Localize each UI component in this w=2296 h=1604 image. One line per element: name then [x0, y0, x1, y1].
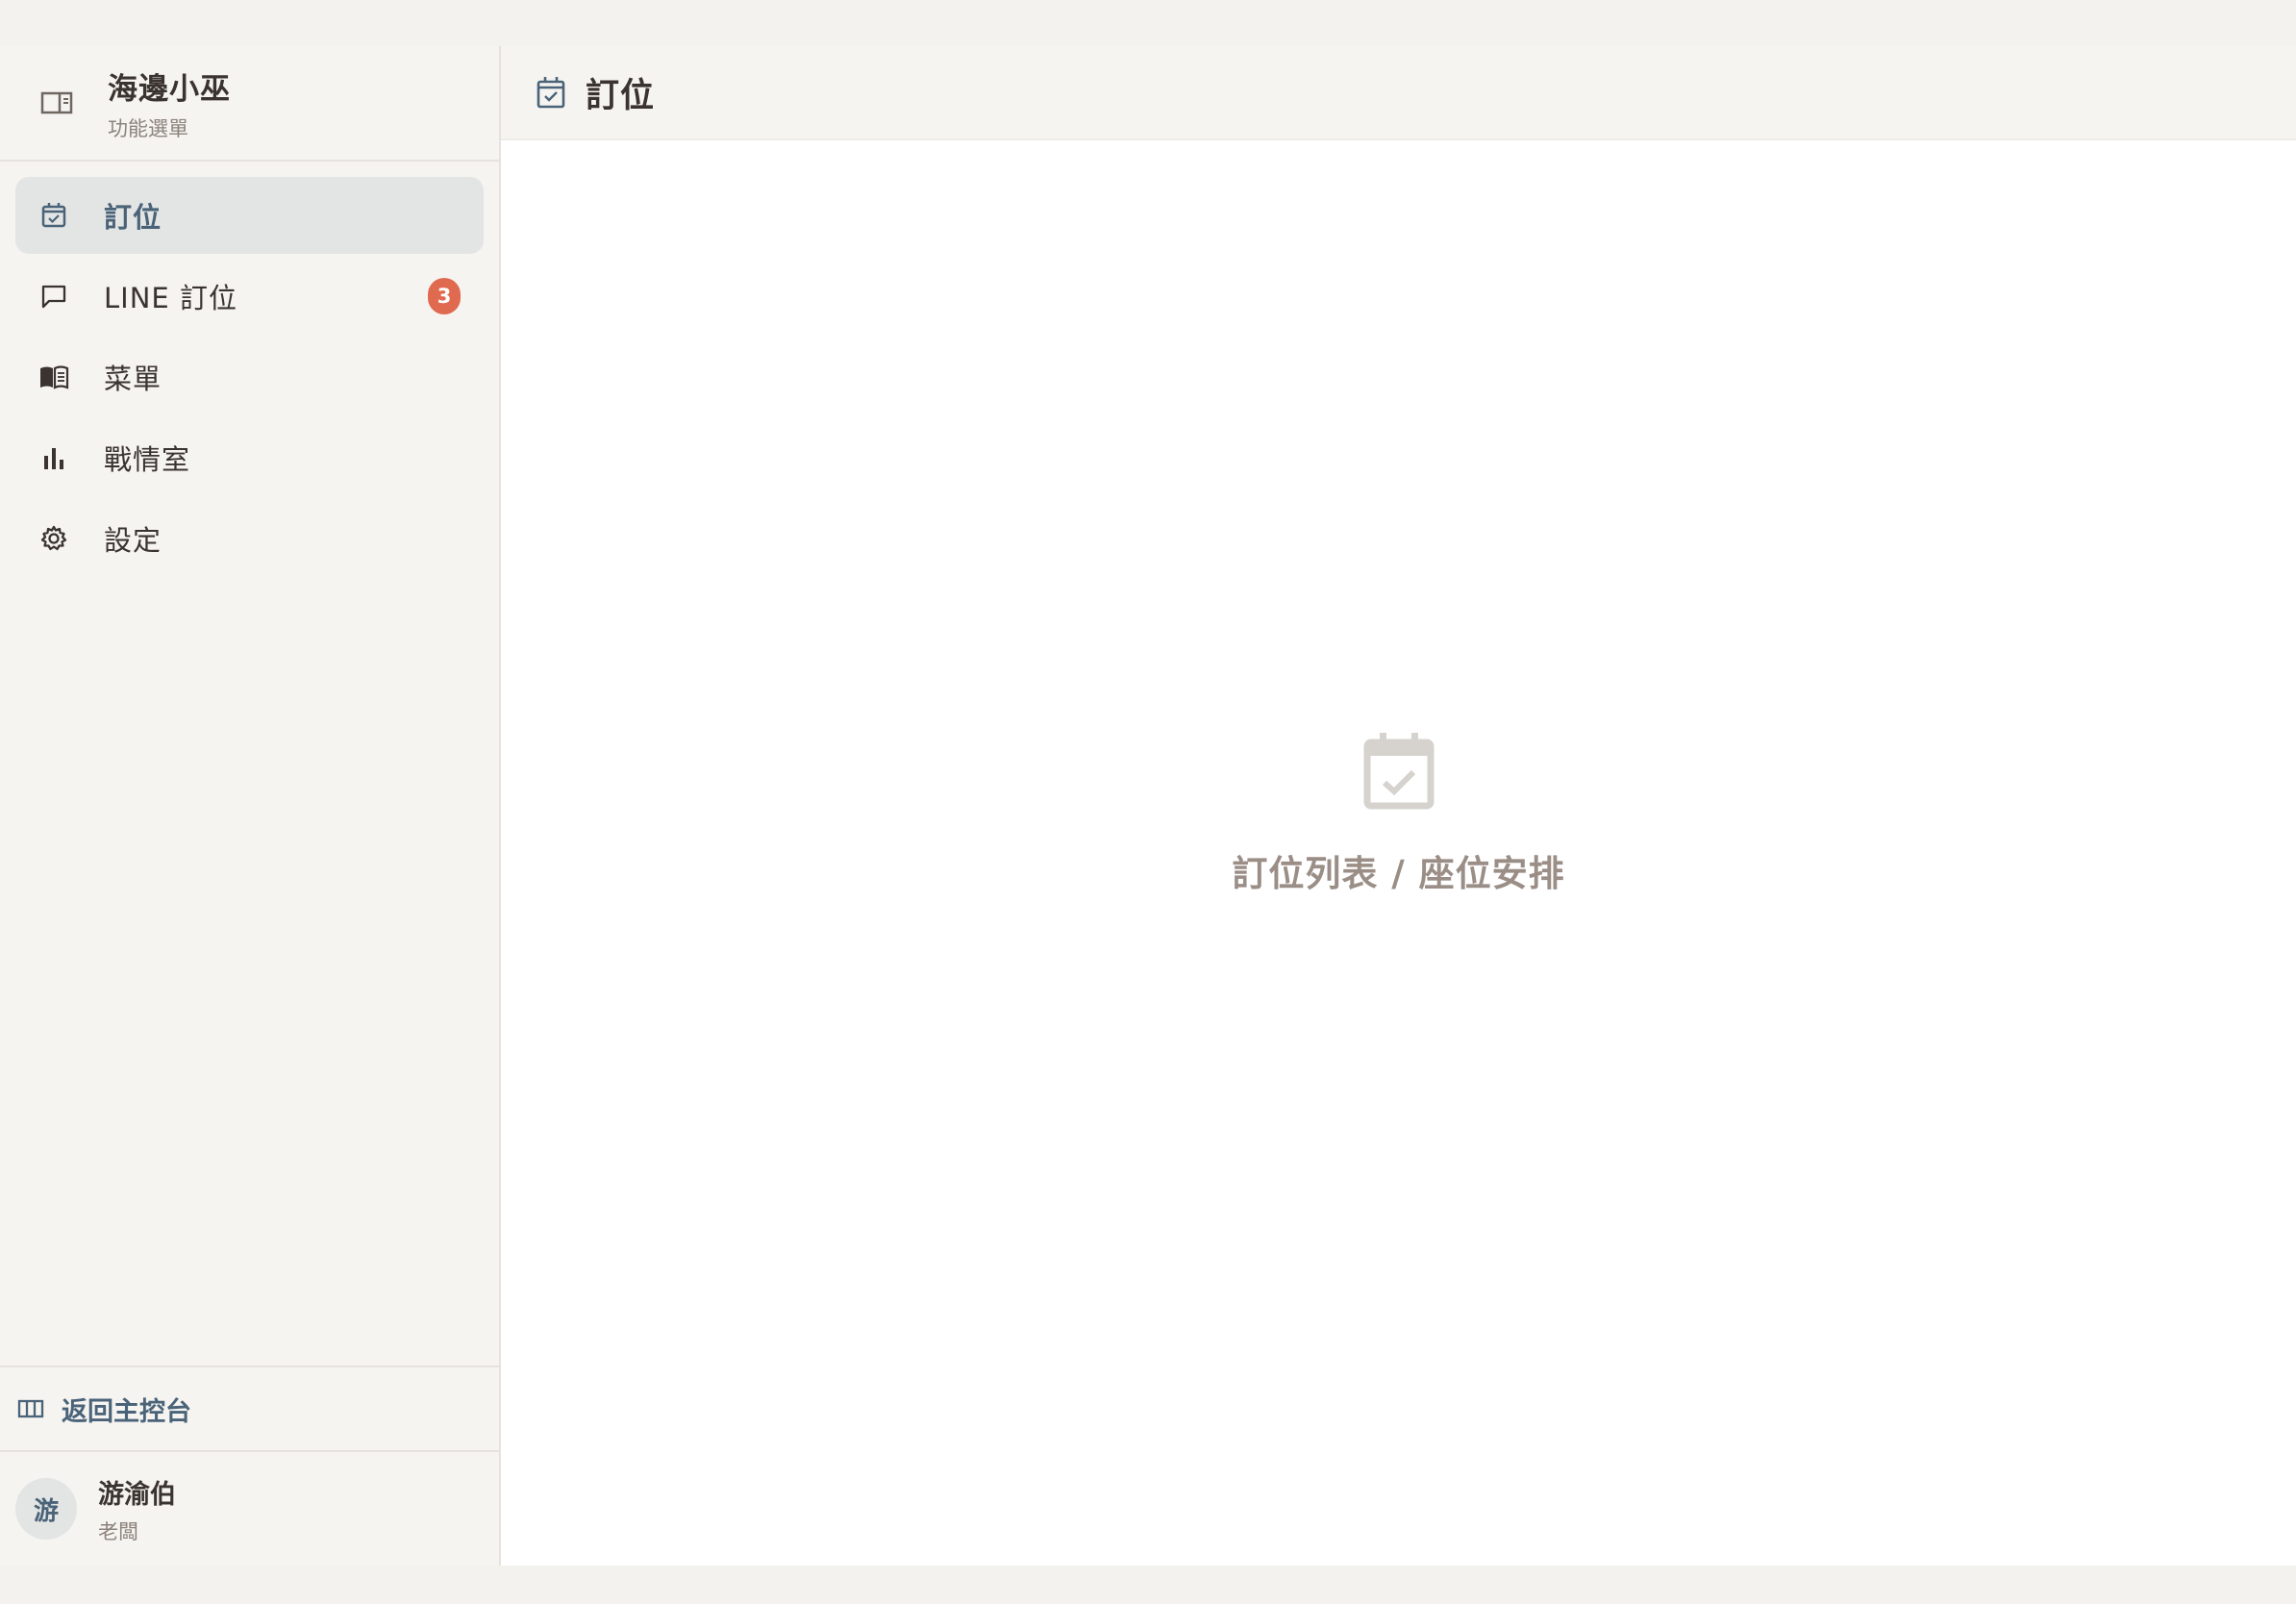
brand-title: 海邊小巫	[108, 71, 231, 107]
calendar-check-icon	[38, 200, 69, 231]
sidebar-item-label: 訂位	[104, 201, 162, 234]
sidebar-item-label: 戰情室	[104, 443, 191, 476]
columns-icon	[17, 1399, 44, 1418]
sidebar-item-label: 設定	[104, 524, 162, 557]
sidebar-brand: 海邊小巫 功能選單	[0, 46, 499, 162]
sidebar-item-label: 菜單	[104, 363, 162, 395]
bar-chart-icon	[38, 442, 69, 473]
user-profile[interactable]: 游 游渝伯 老闆	[0, 1450, 499, 1566]
avatar: 游	[15, 1478, 77, 1540]
user-name: 游渝伯	[98, 1479, 176, 1510]
empty-state-text: 訂位列表 / 座位安排	[1232, 853, 1565, 894]
sidebar-item-label: LINE 訂位	[104, 282, 237, 314]
chat-bubble-icon	[38, 281, 69, 312]
sidebar-item-reservations[interactable]: 訂位	[15, 177, 484, 254]
app-window: 海邊小巫 功能選單 訂位 LINE 訂位 3 菜單 戰情室 設定 返回主控台 游…	[0, 46, 2296, 1566]
main-panel: 訂位 訂位列表 / 座位安排	[501, 46, 2296, 1566]
content-area: 訂位列表 / 座位安排	[501, 140, 2296, 1566]
calendar-check-icon	[537, 77, 565, 109]
user-role: 老闆	[98, 1519, 138, 1543]
gear-icon	[38, 523, 69, 554]
sidebar: 海邊小巫 功能選單 訂位 LINE 訂位 3 菜單 戰情室 設定 返回主控台 游…	[0, 46, 501, 1566]
sidebar-item-menu[interactable]: 菜單	[15, 338, 484, 415]
notification-badge: 3	[428, 278, 461, 314]
back-link-label: 返回主控台	[62, 1396, 191, 1427]
brand-subtitle: 功能選單	[108, 116, 188, 140]
sidebar-panel-icon[interactable]	[40, 90, 73, 115]
sidebar-item-settings[interactable]: 設定	[15, 500, 484, 577]
menu-book-icon	[38, 362, 69, 392]
back-to-dashboard-link[interactable]: 返回主控台	[0, 1366, 499, 1450]
calendar-check-icon	[1363, 733, 1434, 810]
sidebar-item-line-reservations[interactable]: LINE 訂位 3	[15, 258, 484, 335]
sidebar-item-war-room[interactable]: 戰情室	[15, 419, 484, 496]
sidebar-nav: 訂位 LINE 訂位 3 菜單 戰情室 設定	[0, 162, 499, 1366]
page-title: 訂位	[586, 76, 656, 115]
empty-state: 訂位列表 / 座位安排	[501, 731, 2296, 896]
page-header: 訂位	[501, 46, 2296, 140]
